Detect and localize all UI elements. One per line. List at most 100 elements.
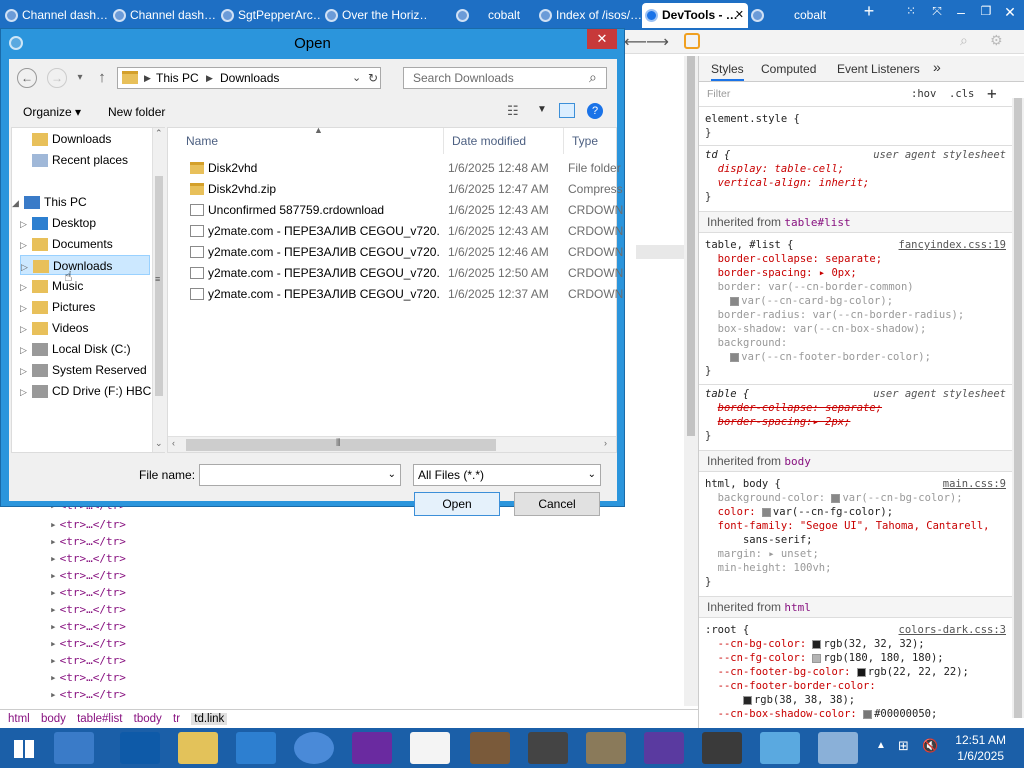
- chevron-down-icon[interactable]: ▼: [537, 104, 547, 115]
- color-swatch[interactable]: [730, 352, 740, 362]
- nav-item[interactable]: ▷ Local Disk (C:): [20, 339, 150, 359]
- file-row[interactable]: Unconfirmed 587759.crdownload 1/6/2025 12…: [168, 200, 623, 221]
- elements-scrollbar[interactable]: [684, 56, 698, 706]
- css-property[interactable]: border: var(--cn-border-common): [718, 281, 914, 293]
- collapse-icon[interactable]: ◢: [12, 193, 24, 213]
- tab-styles[interactable]: Styles: [711, 62, 744, 81]
- help-icon[interactable]: ?: [587, 103, 603, 119]
- network-icon[interactable]: ⊞: [898, 738, 909, 754]
- refresh-icon[interactable]: ↻: [368, 68, 378, 88]
- file-row[interactable]: y2mate.com - ПЕРЕЗАЛИВ CEGOU_v720... 1/6/…: [168, 284, 623, 305]
- expand-icon[interactable]: ▷: [20, 235, 32, 255]
- expand-icon[interactable]: ▷: [20, 340, 32, 360]
- settings-gear-icon[interactable]: [644, 732, 684, 764]
- dom-row[interactable]: ▸<tr>…</tr>: [50, 516, 126, 533]
- expand-arrow-icon[interactable]: ▸: [50, 586, 57, 599]
- crumb-html[interactable]: html: [8, 713, 30, 725]
- chevron-down-icon[interactable]: ⌄: [588, 465, 596, 485]
- camera-app-icon[interactable]: [528, 732, 568, 764]
- horizontal-scrollbar[interactable]: ‹ ⦀ ›: [168, 436, 616, 452]
- breadcrumb-downloads[interactable]: Downloads: [220, 68, 279, 88]
- open-button[interactable]: Open: [414, 492, 500, 516]
- organize-menu[interactable]: Organize ▾: [23, 105, 81, 119]
- color-swatch[interactable]: [812, 639, 822, 649]
- expand-arrow-icon[interactable]: ▸: [50, 569, 57, 582]
- add-rule-icon[interactable]: +: [987, 84, 997, 103]
- server-manager-icon[interactable]: [54, 732, 94, 764]
- dom-row[interactable]: ▸<tr>…</tr>: [50, 584, 126, 601]
- minimize-icon[interactable]: –: [950, 4, 972, 20]
- css-property[interactable]: border-spacing: ▸ 0px;: [718, 267, 857, 279]
- css-property[interactable]: border-collapse: separate;: [718, 253, 882, 265]
- nav-item[interactable]: Recent places: [20, 150, 150, 170]
- column-type[interactable]: Type: [564, 128, 624, 154]
- forward-arrow-icon[interactable]: →: [47, 68, 67, 88]
- cls-toggle[interactable]: .cls: [949, 88, 974, 100]
- tray-chevron-icon[interactable]: ▲: [876, 740, 886, 751]
- scroll-left-icon[interactable]: ‹: [172, 438, 175, 448]
- gimp-icon[interactable]: [586, 732, 626, 764]
- css-property[interactable]: vertical-align: inherit;: [718, 177, 870, 189]
- crumb-table[interactable]: table#list: [77, 713, 122, 725]
- powershell-icon[interactable]: [120, 732, 160, 764]
- expand-arrow-icon[interactable]: ▸: [50, 620, 57, 633]
- grid-icon[interactable]: ⁙: [900, 4, 922, 18]
- expand-icon[interactable]: ▷: [20, 319, 32, 339]
- nav-item[interactable]: ▷ Documents: [20, 234, 150, 254]
- css-property-overridden[interactable]: border-collapse: separate;: [718, 402, 882, 414]
- nav-item[interactable]: ◢ This PC: [12, 192, 150, 212]
- browser-tab[interactable]: cobalt: [428, 3, 536, 28]
- expand-arrow-icon[interactable]: ▸: [50, 654, 57, 667]
- file-explorer-icon[interactable]: [178, 732, 218, 764]
- expand-arrow-icon[interactable]: ▸: [50, 603, 57, 616]
- inherited-target[interactable]: table#list: [784, 216, 850, 229]
- printer-icon[interactable]: [760, 732, 800, 764]
- file-name-input[interactable]: ⌄: [199, 464, 401, 486]
- app-a-icon[interactable]: [236, 732, 276, 764]
- expand-icon[interactable]: ▷: [20, 277, 32, 297]
- color-swatch[interactable]: [730, 296, 740, 306]
- dom-row[interactable]: ▸<tr>…</tr>: [50, 635, 126, 652]
- expand-arrow-icon[interactable]: ▸: [50, 518, 57, 531]
- recent-dropdown-icon[interactable]: ▾: [69, 67, 91, 89]
- view-options-icon[interactable]: ☷: [507, 103, 519, 119]
- restore-icon[interactable]: ❐: [975, 4, 997, 18]
- address-bar[interactable]: ▶ This PC ▶ Downloads ⌄ ↻: [117, 67, 381, 89]
- css-property[interactable]: background:: [718, 337, 788, 349]
- close-button[interactable]: ✕: [587, 29, 617, 49]
- expand-icon[interactable]: ▷: [20, 298, 32, 318]
- css-property[interactable]: --cn-bg-color:: [718, 638, 813, 650]
- browser-tab[interactable]: Channel dash…: [2, 3, 110, 28]
- crumb-body[interactable]: body: [41, 713, 66, 725]
- color-swatch[interactable]: [863, 709, 873, 719]
- nav-item[interactable]: ▷ CD Drive (F:) HBC: [20, 381, 151, 401]
- scroll-up-icon[interactable]: ⌃: [155, 128, 163, 139]
- crumb-td-link[interactable]: td.link: [191, 713, 228, 725]
- forward-icon[interactable]: ⟶: [646, 32, 669, 52]
- tab-event-listeners[interactable]: Event Listeners: [837, 62, 920, 76]
- dom-row[interactable]: ▸<tr>…</tr>: [50, 652, 126, 669]
- expand-icon[interactable]: ▷: [21, 257, 33, 277]
- nav-scrollbar[interactable]: ⌃ ≡ ⌄: [152, 128, 165, 452]
- dom-row[interactable]: ▸<tr>…</tr>: [50, 601, 126, 618]
- css-property-overridden[interactable]: border-spacing:▸ 2px;: [718, 416, 851, 428]
- color-swatch[interactable]: [856, 667, 866, 677]
- up-arrow-icon[interactable]: ↑: [91, 67, 113, 89]
- back-icon[interactable]: ⟵: [624, 32, 647, 52]
- dom-row[interactable]: ▸<tr>…</tr>: [50, 550, 126, 567]
- css-property[interactable]: border-radius: var(--cn-border-radius);: [718, 309, 965, 321]
- hov-toggle[interactable]: :hov: [911, 88, 936, 100]
- expand-arrow-icon[interactable]: ▸: [50, 671, 57, 684]
- file-row[interactable]: y2mate.com - ПЕРЕЗАЛИВ CEGOU_v720... 1/6/…: [168, 263, 623, 284]
- color-swatch[interactable]: [761, 507, 771, 517]
- css-property[interactable]: margin: ▸ unset;: [718, 548, 819, 560]
- source-link[interactable]: fancyindex.css:19: [899, 238, 1006, 252]
- column-name[interactable]: Name: [178, 128, 444, 154]
- css-property[interactable]: font-family: "Segoe UI", Tahoma, Cantare…: [718, 520, 990, 532]
- nav-item[interactable]: ▷ System Reserved: [20, 360, 150, 380]
- color-swatch[interactable]: [831, 493, 841, 503]
- selector[interactable]: :root {: [705, 624, 749, 636]
- nav-item[interactable]: Downloads: [20, 129, 150, 149]
- expand-icon[interactable]: ▷: [20, 361, 32, 381]
- dom-row[interactable]: ▸<tr>…</tr>: [50, 669, 126, 686]
